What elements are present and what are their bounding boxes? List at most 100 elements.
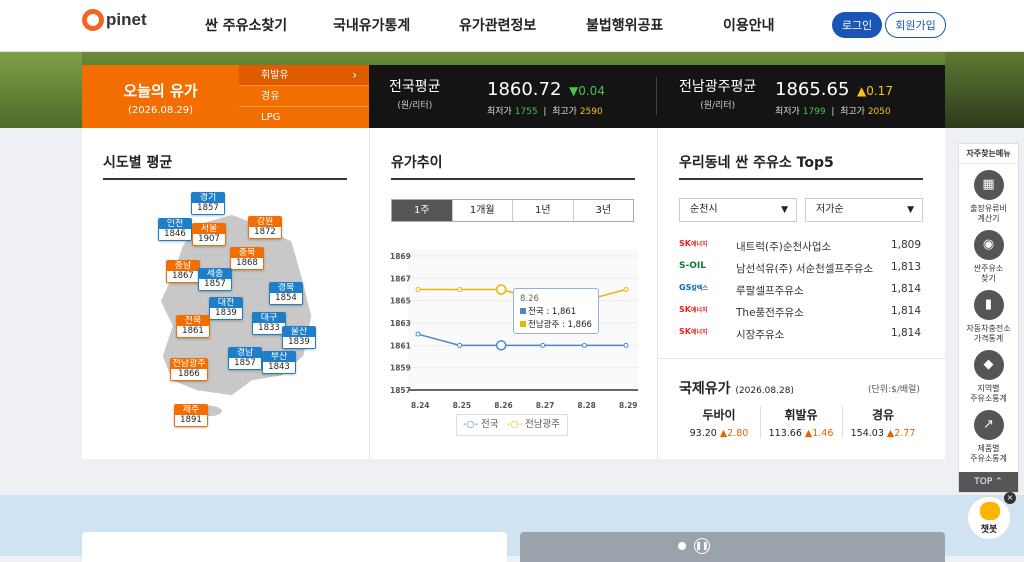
region-name: 경남 — [229, 348, 261, 358]
nav-domestic-stats[interactable]: 국내유가통계 — [333, 15, 410, 35]
intl-title: 국제유가 (2026.08.28) — [679, 378, 794, 398]
region-badge[interactable]: 부산 1843 — [262, 351, 296, 374]
trend-title: 유가추이 — [391, 155, 443, 171]
slide-dot-icon[interactable] — [678, 542, 686, 550]
quick-menu-title: 자주찾는메뉴 — [959, 144, 1018, 164]
charger-icon: ▮ — [973, 290, 1004, 320]
chart-icon: ↗ — [973, 410, 1004, 440]
region-badge[interactable]: 제주 1891 — [174, 404, 208, 427]
nav-guide[interactable]: 이용안내 — [723, 15, 775, 35]
region-name: 경북 — [270, 283, 302, 293]
top5-underline — [679, 178, 923, 180]
region-badge[interactable]: 세종 1857 — [198, 268, 232, 291]
chevron-right-icon: › — [352, 68, 357, 82]
intl-name: 휘발유 — [784, 408, 818, 422]
station-row[interactable]: SK에너지 시장주유소 1,814 — [679, 324, 921, 344]
chatbot-close-icon[interactable]: × — [1004, 492, 1016, 504]
login-button[interactable]: 로그인 — [832, 12, 882, 38]
region-name: 전북 — [177, 316, 209, 326]
jeonnam-change: ▲0.17 — [857, 84, 893, 98]
city-select[interactable]: 순천시 ▼ — [679, 198, 797, 222]
col-separator — [369, 128, 370, 459]
quick-trip-calculator[interactable]: ▦ 출장유류비 계산기 — [959, 164, 1018, 224]
region-badge[interactable]: 경북 1854 — [269, 282, 303, 305]
tab-1week[interactable]: 1주 — [392, 200, 453, 221]
nav-cheap-station[interactable]: 싼 주유소찾기 — [205, 15, 287, 35]
region-value: 1907 — [193, 234, 225, 245]
station-row[interactable]: GS칼텍스 루팔셀프주유소 1,814 — [679, 280, 921, 300]
region-badge[interactable]: 서울 1907 — [192, 223, 226, 246]
region-value: 1866 — [171, 369, 207, 380]
region-value: 1854 — [270, 293, 302, 304]
region-value: 1846 — [159, 229, 191, 240]
region-name: 충북 — [231, 248, 263, 258]
divider — [656, 77, 657, 115]
fuel-tab-gasoline[interactable]: 휘발유 › — [239, 65, 369, 86]
national-min: 1755 — [514, 107, 538, 117]
tooltip-swatch — [520, 321, 526, 327]
fuel-tab-label: LPG — [261, 112, 281, 123]
chevron-up-icon: ⌃ — [995, 477, 1003, 487]
data-point — [457, 342, 463, 348]
region-badge[interactable]: 대구 1833 — [252, 312, 286, 335]
intl-title-text: 국제유가 — [679, 381, 731, 397]
region-badge[interactable]: 대전 1839 — [209, 297, 243, 320]
intl-name: 두바이 — [702, 408, 736, 422]
sort-select[interactable]: 저가순 ▼ — [805, 198, 923, 222]
header: pinet 싼 주유소찾기 국내유가통계 유가관련정보 불법행위공표 이용안내 … — [0, 0, 1024, 52]
station-price: 1,814 — [890, 305, 921, 317]
region-badge[interactable]: 경남 1857 — [228, 347, 262, 370]
today-date: (2026.08.29) — [127, 105, 194, 116]
quick-cheap-station[interactable]: ◉ 싼주유소 찾기 — [959, 224, 1018, 284]
pause-icon[interactable]: ❚❚ — [694, 538, 710, 554]
station-row[interactable]: SK에너지 The풍전주유소 1,814 — [679, 302, 921, 322]
nav-price-info[interactable]: 유가관련정보 — [459, 15, 536, 35]
quick-regional-stats[interactable]: ◆ 지역별 주유소통계 — [959, 344, 1018, 404]
national-title-text: 전국평균 — [389, 79, 441, 95]
region-value: 1857 — [229, 358, 261, 369]
region-badge[interactable]: 전남광주 1866 — [170, 358, 208, 381]
fuel-tab-lpg[interactable]: LPG — [239, 107, 369, 128]
tab-1year[interactable]: 1년 — [513, 200, 574, 221]
station-name: 루팔셀프주유소 — [736, 285, 804, 297]
national-minmax: 최저가 1755 | 최고가 2590 — [487, 107, 603, 117]
region-value: 1839 — [283, 337, 315, 348]
station-row[interactable]: S-OIL 남선석유(주) 서순천셀프주유소 1,813 — [679, 258, 921, 278]
y-tick-label: 1859 — [390, 364, 411, 373]
quick-charger-stats[interactable]: ▮ 자동차충전소 가격통계 — [959, 284, 1018, 344]
region-badge[interactable]: 충남 1867 — [166, 260, 200, 283]
fuel-tab-label: 경유 — [261, 91, 280, 102]
chatbot-button[interactable]: 챗봇 — [967, 496, 1011, 540]
legend-jeonnam-marker: -○- — [507, 419, 523, 430]
intl-price: 93.20 — [689, 428, 717, 439]
region-badge[interactable]: 인천 1846 — [158, 218, 192, 241]
fuel-tab-label: 휘발유 — [261, 70, 289, 81]
jeonnam-title-text: 전남광주평균 — [679, 79, 757, 95]
fuel-tab-diesel[interactable]: 경유 — [239, 86, 369, 107]
region-name: 부산 — [263, 352, 295, 362]
quick-label: 주유소통계 — [970, 454, 1007, 463]
region-badge[interactable]: 강원 1872 — [248, 216, 282, 239]
region-badge[interactable]: 충북 1868 — [230, 247, 264, 270]
price-banner: 오늘의 유가 (2026.08.29) 휘발유 › 경유 LPG 전국평균 (원/리… — [0, 52, 1024, 128]
max-label: 최고가 — [552, 107, 577, 117]
today-title: 오늘의 유가 — [123, 82, 198, 100]
region-name: 제주 — [175, 405, 207, 415]
tab-3year[interactable]: 3년 — [574, 200, 634, 221]
calculator-icon: ▦ — [973, 170, 1004, 200]
y-tick-label: 1869 — [390, 252, 411, 261]
logo[interactable]: pinet — [82, 9, 147, 31]
tab-1month[interactable]: 1개월 — [453, 200, 513, 221]
top-button[interactable]: TOP ⌃ — [959, 472, 1018, 492]
brand-logo: GS칼텍스 — [679, 283, 708, 292]
region-badge[interactable]: 경기 1857 — [191, 192, 225, 215]
region-value: 1843 — [263, 362, 295, 373]
join-button[interactable]: 회원가입 — [885, 12, 946, 38]
nav-illegal[interactable]: 불법행위공표 — [586, 15, 663, 35]
top-label: TOP — [974, 477, 993, 487]
region-badge[interactable]: 울산 1839 — [282, 326, 316, 349]
quick-product-stats[interactable]: ↗ 제품별 주유소통계 — [959, 404, 1018, 464]
station-row[interactable]: SK에너지 내트럭(주)순천사업소 1,809 — [679, 236, 921, 256]
region-value: 1857 — [199, 279, 231, 290]
region-badge[interactable]: 전북 1861 — [176, 315, 210, 338]
